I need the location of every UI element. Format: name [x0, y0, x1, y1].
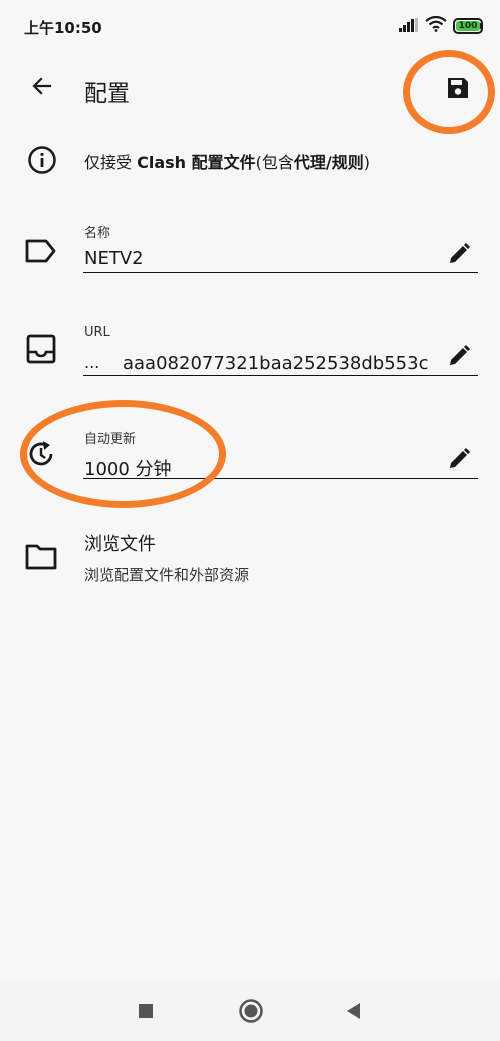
- battery-level: 100: [458, 21, 478, 31]
- back-button[interactable]: [26, 72, 58, 104]
- folder-icon: [24, 540, 58, 574]
- auto-update-label: 自动更新: [84, 432, 137, 447]
- inbox-icon: [24, 332, 58, 366]
- url-field-value[interactable]: aaa082077321baa252538db553c: [123, 353, 441, 374]
- signal-icon: [399, 17, 419, 36]
- name-field[interactable]: 名称 NETV2: [0, 222, 500, 292]
- status-icons: 100: [399, 15, 483, 36]
- url-field-ellipsis: ...: [84, 353, 100, 372]
- browse-files-title: 浏览文件: [84, 534, 156, 555]
- url-field-label: URL: [84, 325, 110, 340]
- browse-files-subtitle: 浏览配置文件和外部资源: [84, 566, 250, 584]
- auto-update-field[interactable]: 自动更新 1000 分钟: [0, 428, 500, 498]
- recents-button[interactable]: [136, 1001, 156, 1021]
- update-icon: [24, 437, 58, 471]
- save-icon: [447, 77, 469, 103]
- info-text: 仅接受 Clash 配置文件(包含代理/规则): [84, 153, 370, 172]
- wifi-icon: [425, 15, 447, 36]
- label-icon: [24, 234, 58, 268]
- status-bar: 上午10:50 100: [0, 0, 500, 52]
- info-row: 仅接受 Clash 配置文件(包含代理/规则): [0, 140, 500, 180]
- app-bar: 配置: [0, 52, 500, 124]
- edit-icon[interactable]: [446, 241, 472, 267]
- save-button[interactable]: [440, 72, 476, 108]
- name-field-label: 名称: [84, 226, 111, 241]
- name-field-underline: [83, 272, 478, 273]
- url-field-underline: [83, 375, 478, 376]
- url-field[interactable]: URL ... aaa082077321baa252538db553c: [0, 325, 500, 395]
- edit-icon[interactable]: [446, 446, 472, 472]
- home-button[interactable]: [238, 998, 264, 1024]
- edit-icon[interactable]: [446, 343, 472, 369]
- battery-indicator: 100: [453, 18, 483, 34]
- back-nav-button[interactable]: [343, 1001, 363, 1021]
- info-icon: [27, 145, 57, 175]
- arrow-back-icon: [32, 76, 52, 100]
- page-title: 配置: [84, 81, 130, 107]
- navigation-bar: [0, 980, 500, 1041]
- auto-update-underline: [83, 478, 478, 479]
- browse-files-item[interactable]: 浏览文件 浏览配置文件和外部资源: [0, 530, 500, 590]
- status-time: 上午10:50: [24, 19, 102, 37]
- name-field-value[interactable]: NETV2: [84, 248, 144, 269]
